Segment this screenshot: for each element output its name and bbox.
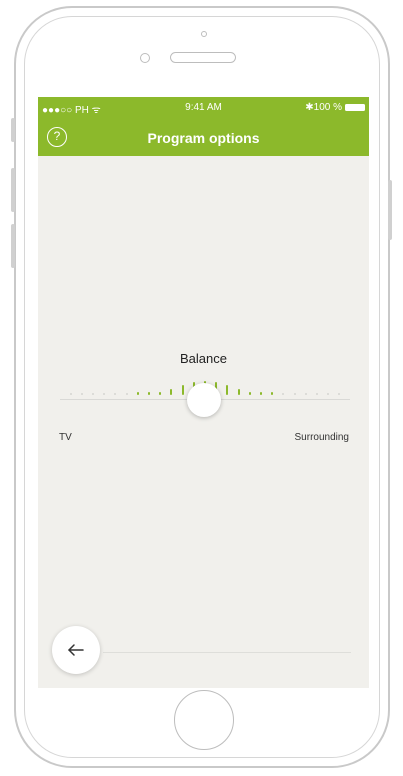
battery-percent: ✱100 %: [305, 102, 342, 113]
slider-tick: [103, 393, 106, 395]
slider-tick: [316, 393, 318, 395]
slider-tick: [181, 385, 184, 395]
slider-tick: [237, 388, 240, 395]
slider-tick: [114, 393, 117, 395]
slider-tick: [282, 393, 285, 395]
slider-tick: [92, 393, 94, 395]
slider-tick: [248, 391, 251, 395]
battery-status: ✱100 %: [305, 102, 365, 113]
front-camera-icon: [140, 53, 150, 63]
slider-tick: [136, 392, 139, 395]
back-arrow-icon: [68, 644, 84, 656]
status-bar: ●●●○○ PH ᯤ 9:41 AM ✱100 %: [38, 97, 369, 119]
slider-tick: [125, 393, 128, 395]
slider-tick: [338, 393, 341, 395]
page-title: Program options: [147, 130, 260, 146]
mute-switch: [11, 118, 15, 142]
back-button[interactable]: [52, 626, 100, 674]
slider-tick: [226, 385, 229, 395]
battery-icon: [345, 104, 365, 111]
slider-tick: [327, 393, 330, 395]
power-button: [388, 180, 392, 240]
balance-left-label: TV: [59, 432, 72, 443]
bottom-divider: [103, 652, 351, 653]
camera-icon: [201, 31, 207, 37]
balance-slider-thumb[interactable]: [187, 383, 221, 417]
slider-tick: [148, 392, 150, 395]
slider-tick: [170, 388, 173, 395]
balance-right-label: Surrounding: [294, 432, 349, 443]
balance-label: Balance: [180, 351, 227, 366]
slider-tick: [80, 393, 83, 395]
slider-tick: [293, 393, 296, 395]
slider-tick: [304, 393, 307, 395]
slider-tick: [69, 393, 72, 395]
slider-tick: [159, 391, 162, 395]
volume-up-button: [11, 168, 15, 212]
earpiece-speaker: [170, 52, 236, 63]
app-screen: ●●●○○ PH ᯤ 9:41 AM ✱100 % ? Program opti…: [38, 97, 369, 688]
slider-tick: [271, 392, 274, 395]
volume-down-button: [11, 224, 15, 268]
home-button[interactable]: [174, 690, 234, 750]
nav-bar: ? Program options: [38, 119, 369, 156]
slider-tick: [260, 392, 262, 395]
